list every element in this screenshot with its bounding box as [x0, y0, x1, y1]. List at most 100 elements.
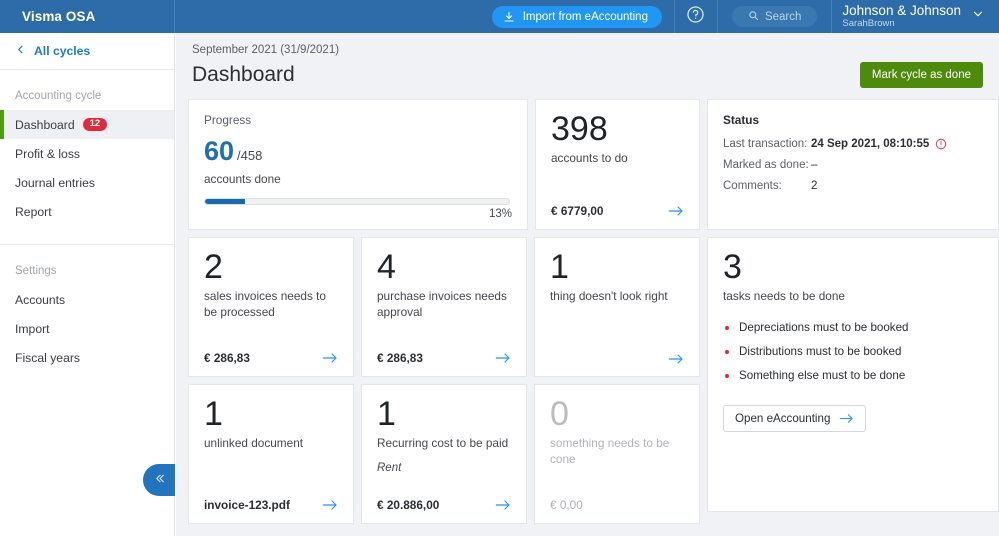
- purchase-invoices-card[interactable]: 4 purchase invoices needs approval € 286…: [361, 237, 527, 377]
- breadcrumb: September 2021 (31/9/2021): [176, 33, 999, 56]
- sidebar-item-profit-loss[interactable]: Profit & loss: [0, 139, 174, 168]
- empty-task-count: 0: [550, 398, 684, 430]
- sidebar-item-dashboard[interactable]: Dashboard 12: [0, 110, 174, 139]
- card-footer: invoice-123.pdf: [204, 498, 338, 512]
- sidebar-item-report[interactable]: Report: [0, 197, 174, 226]
- progress-card-label: Progress: [204, 113, 512, 127]
- chevron-left-icon: [15, 44, 26, 58]
- accounts-to-do-card[interactable]: 398 accounts to do € 6779,00: [535, 99, 700, 230]
- sales-invoices-text: sales invoices needs to be processed: [204, 289, 338, 320]
- tasks-text: tasks needs to be done: [723, 289, 983, 305]
- user-menu[interactable]: Johnson & Johnson SarahBrown: [832, 0, 999, 33]
- top-bar-actions: Import from eAccounting Search: [492, 0, 999, 33]
- search-input[interactable]: Search: [732, 6, 817, 27]
- sidebar-item-label: Import: [15, 322, 50, 336]
- list-item: Distributions must to be booked: [723, 345, 983, 358]
- recurring-cost-card[interactable]: 1 Recurring cost to be paid Rent € 20.88…: [361, 384, 527, 524]
- chevron-down-icon: [971, 7, 985, 26]
- anomaly-card[interactable]: 1 thing doesn't look right: [534, 237, 700, 377]
- import-button-label: Import from eAccounting: [523, 11, 648, 23]
- card-footer: € 6779,00: [551, 204, 684, 218]
- toolbar-divider-2: [717, 0, 718, 33]
- page-title: Dashboard: [192, 63, 295, 87]
- progress-bar: [204, 198, 510, 205]
- sales-invoices-count: 2: [204, 251, 338, 283]
- card-footer: [550, 353, 684, 365]
- progress-done-count: 60: [204, 138, 234, 165]
- sidebar-item-import[interactable]: Import: [0, 314, 174, 343]
- sidebar: All cycles Accounting cycle Dashboard 12…: [0, 33, 175, 536]
- import-from-eaccounting-button[interactable]: Import from eAccounting: [492, 6, 662, 28]
- anomaly-count: 1: [550, 251, 684, 283]
- progress-bar-fill: [205, 199, 245, 204]
- download-icon: [503, 11, 515, 23]
- alert-circle-icon: [935, 138, 947, 150]
- open-eaccounting-button[interactable]: Open eAccounting: [723, 405, 866, 432]
- marked-as-done-value: –: [811, 159, 817, 171]
- sidebar-item-label: Accounts: [15, 293, 65, 307]
- purchase-invoices-count: 4: [377, 251, 511, 283]
- arrow-right-icon[interactable]: [668, 353, 684, 365]
- open-eaccounting-label: Open eAccounting: [735, 412, 830, 425]
- arrow-right-icon: [839, 413, 854, 424]
- sidebar-item-accounts[interactable]: Accounts: [0, 285, 174, 314]
- sidebar-item-journal-entries[interactable]: Journal entries: [0, 168, 174, 197]
- sidebar-item-label: Journal entries: [15, 176, 95, 190]
- unlinked-document-text: unlinked document: [204, 436, 338, 452]
- accounts-to-do-amount: € 6779,00: [551, 204, 603, 218]
- unlinked-document-card[interactable]: 1 unlinked document invoice-123.pdf: [188, 384, 354, 524]
- arrow-right-icon[interactable]: [495, 499, 511, 511]
- app-brand: Visma OSA: [0, 0, 175, 33]
- purchase-invoices-amount: € 286,83: [377, 351, 423, 365]
- dashboard-row-3: 1 unlinked document invoice-123.pdf 1 Re…: [188, 384, 700, 524]
- collapse-sidebar-button[interactable]: [143, 464, 175, 496]
- recurring-cost-amount: € 20.886,00: [377, 498, 439, 512]
- sidebar-group-settings: Settings: [0, 245, 174, 285]
- progress-count-row: 60/458: [204, 138, 512, 165]
- comments-value: 2: [811, 180, 817, 192]
- help-circle-icon: [686, 5, 705, 29]
- empty-task-amount: € 0,00: [550, 498, 583, 512]
- status-key: Comments:: [723, 180, 811, 192]
- dashboard-grid: Progress 60/458 accounts done 13% 398 ac…: [176, 88, 999, 524]
- back-link-label: All cycles: [34, 44, 90, 58]
- dashboard-left-column: Progress 60/458 accounts done 13% 398 ac…: [188, 99, 700, 524]
- dashboard-row-2: 2 sales invoices needs to be processed €…: [188, 237, 700, 377]
- status-key: Last transaction:: [723, 138, 811, 150]
- page-header: Dashboard Mark cycle as done: [176, 56, 999, 88]
- sidebar-item-label: Fiscal years: [15, 351, 80, 365]
- card-footer: € 286,83: [204, 351, 338, 365]
- user-identity: Johnson & Johnson SarahBrown: [842, 3, 961, 29]
- mark-cycle-as-done-button[interactable]: Mark cycle as done: [860, 62, 983, 88]
- arrow-right-icon[interactable]: [322, 352, 338, 364]
- accounts-to-do-count: 398: [551, 113, 684, 145]
- list-item: Something else must to be done: [723, 369, 983, 382]
- status-row-last-transaction: Last transaction: 24 Sep 2021, 08:10:55: [723, 138, 983, 150]
- unlinked-document-count: 1: [204, 398, 338, 430]
- back-to-all-cycles-link[interactable]: All cycles: [0, 33, 174, 70]
- help-button[interactable]: [675, 0, 717, 33]
- arrow-right-icon[interactable]: [668, 205, 684, 217]
- recurring-cost-text: Recurring cost to be paid: [377, 436, 511, 452]
- sidebar-item-fiscal-years[interactable]: Fiscal years: [0, 343, 174, 372]
- status-value: 24 Sep 2021, 08:10:55: [811, 138, 947, 150]
- status-card: Status Last transaction: 24 Sep 2021, 08…: [707, 99, 999, 230]
- user-company-name: Johnson & Johnson: [842, 3, 961, 19]
- sidebar-item-label: Dashboard: [15, 118, 75, 132]
- top-bar: Visma OSA Import from eAccounting: [0, 0, 999, 33]
- arrow-right-icon[interactable]: [322, 499, 338, 511]
- status-badge: 12: [83, 118, 108, 132]
- tasks-card: 3 tasks needs to be done Depreciations m…: [707, 237, 999, 512]
- accounts-to-do-text: accounts to do: [551, 151, 684, 167]
- status-key: Marked as done:: [723, 159, 811, 171]
- arrow-right-icon[interactable]: [495, 352, 511, 364]
- status-card-title: Status: [723, 113, 983, 127]
- progress-total-count: /458: [237, 148, 262, 163]
- progress-percent-label: 13%: [489, 208, 512, 220]
- sales-invoices-card[interactable]: 2 sales invoices needs to be processed €…: [188, 237, 354, 377]
- tasks-count: 3: [723, 251, 983, 283]
- anomaly-text: thing doesn't look right: [550, 289, 684, 305]
- sidebar-group-accounting-cycle: Accounting cycle: [0, 70, 174, 110]
- progress-sub-label: accounts done: [204, 172, 512, 186]
- empty-task-card: 0 something needs to be cone € 0,00: [534, 384, 700, 524]
